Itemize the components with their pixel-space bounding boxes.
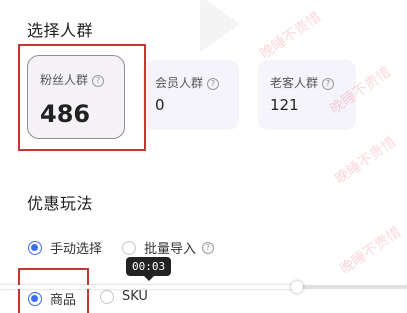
audience-card-returning[interactable]: 老客人群? 121 [258, 60, 356, 130]
highlight-box [18, 268, 89, 313]
video-progress-bar[interactable] [0, 281, 407, 293]
time-tooltip: 00:03 [126, 257, 172, 281]
audience-card-members[interactable]: 会员人群? 0 [143, 60, 239, 130]
watermark: 晚睡不贵惜 [257, 9, 324, 63]
watermark: 晚睡不贵惜 [337, 224, 404, 278]
radio-manual-select[interactable]: 手动选择 [28, 238, 102, 257]
radio-label: 批量导入 [144, 242, 197, 257]
radio-checked-icon[interactable] [28, 240, 42, 255]
play-icon[interactable] [200, 0, 240, 52]
audience-card-label: 会员人群? [155, 74, 220, 91]
radio-unchecked-icon[interactable] [122, 240, 136, 255]
highlight-box [18, 44, 146, 151]
radio-label: 手动选择 [50, 242, 103, 257]
progress-handle[interactable] [291, 281, 303, 293]
audience-card-label: 老客人群? [270, 74, 335, 91]
audience-card-value: 0 [155, 96, 165, 114]
audience-card-value: 121 [270, 96, 299, 114]
audience-section-title: 选择人群 [27, 21, 94, 40]
radio-label: SKU [122, 289, 148, 304]
radio-sku[interactable]: SKU [100, 289, 148, 304]
progress-fill [0, 285, 297, 289]
radio-unchecked-icon[interactable] [100, 289, 114, 304]
watermark: 晚睡不贵惜 [332, 134, 399, 188]
help-icon[interactable]: ? [207, 78, 220, 90]
radio-batch-import[interactable]: 批量导入 ? [122, 238, 215, 257]
offer-section-title: 优惠玩法 [27, 194, 94, 213]
help-icon[interactable]: ? [322, 78, 335, 90]
help-icon[interactable]: ? [202, 241, 215, 254]
page: 选择人群 粉丝人群? 486 会员人群? 0 老客人群? 121 优惠玩法 手动… [0, 0, 407, 313]
